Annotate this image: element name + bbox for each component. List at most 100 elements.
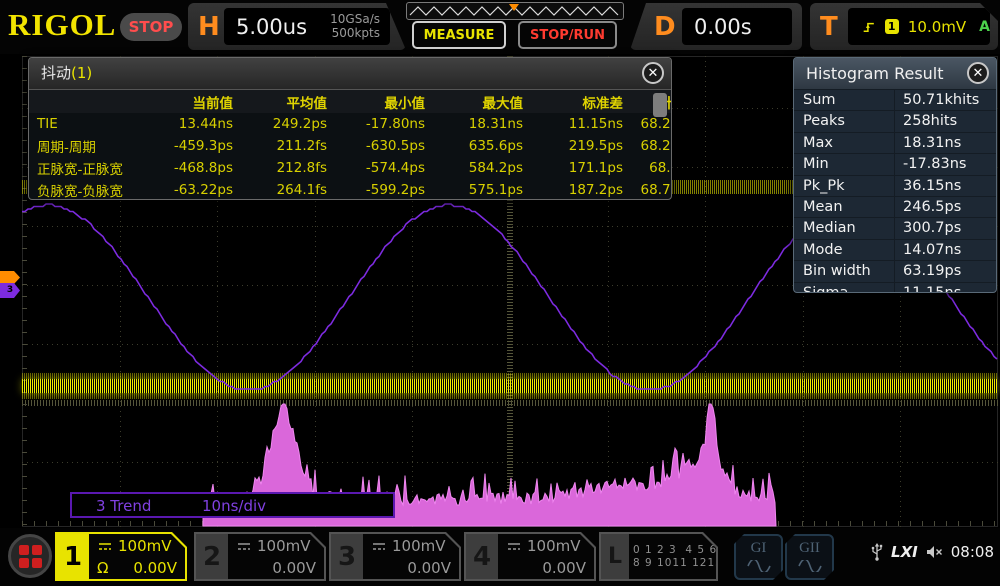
jitter-table-row[interactable]: TIE13.44ns249.2ps-17.80ns18.31ns11.15ns6…	[29, 113, 671, 135]
channel1-box[interactable]: 1 100mV Ω 0.00V	[55, 532, 187, 581]
horizontal-label: H	[198, 12, 220, 42]
generator2-label: GII	[787, 540, 832, 557]
horizontal-settings-group[interactable]: H 5.00us 10GSa/s 500kpts	[188, 3, 406, 50]
jitter-table-row[interactable]: 正脉宽-正脉宽-468.8ps212.8fs-574.4ps584.2ps171…	[29, 157, 671, 179]
trigger-label: T	[820, 12, 838, 42]
delay-value: 0.00s	[694, 15, 752, 39]
logic-channels-box[interactable]: L 0 1 2 3 4 5 6 7 8 9 1011 12131415	[599, 532, 718, 581]
channel2-number: 2	[196, 534, 228, 579]
trigger-info-box[interactable]: 1 10.0mV A	[848, 8, 990, 45]
logic-label: L	[601, 534, 629, 579]
usb-icon[interactable]	[871, 542, 883, 562]
clock: 08:08	[951, 543, 994, 561]
channel2-scale: 100mV	[257, 537, 311, 555]
jitter-value-cell: -468.8ps	[149, 160, 233, 176]
status-icon-group: LXI 08:08	[871, 542, 994, 562]
channel3-scale: 100mV	[392, 537, 446, 555]
channel4-box[interactable]: 4 100mV 0.00V	[464, 532, 596, 581]
jitter-value-cell: 249.2ps	[233, 116, 327, 132]
jitter-item-label: 负脉宽-负脉宽	[37, 180, 149, 200]
histogram-stat-value: 18.31ns	[894, 133, 996, 153]
jitter-value-cell: -17.80ns	[327, 116, 425, 132]
channel3-box[interactable]: 3 100mV 0.00V	[329, 532, 461, 581]
jitter-column-header: 最大值	[425, 92, 523, 112]
histogram-result-row: Bin width63.19ps	[794, 261, 996, 282]
histogram-stat-value: 63.19ps	[894, 261, 996, 281]
waveform-preview-strip[interactable]	[406, 2, 624, 20]
jitter-value-cell: 13.44ns	[149, 116, 233, 132]
histogram-stat-value: 14.07ns	[894, 240, 996, 260]
measure-button[interactable]: MEASURE	[412, 21, 506, 49]
jitter-window-titlebar[interactable]: 抖动(1) ✕	[29, 58, 671, 90]
sound-muted-icon[interactable]	[926, 545, 943, 559]
histogram-result-row: Mode14.07ns	[794, 240, 996, 261]
trigger-sweep-mode: A	[979, 19, 990, 35]
channel1-scale: 100mV	[118, 537, 172, 555]
jitter-column-header: 当前值	[149, 92, 233, 112]
jitter-column-header: 最小值	[327, 92, 425, 112]
jitter-table-row[interactable]: 负脉宽-负脉宽-63.22ps264.1fs-599.2ps575.1ps187…	[29, 179, 671, 200]
channel2-box[interactable]: 2 100mV 0.00V	[194, 532, 326, 581]
histogram-stat-label: Mean	[794, 197, 894, 217]
dc-coupling-icon	[97, 541, 113, 551]
histogram-stat-label: Bin width	[794, 261, 894, 281]
jitter-value-cell: 211.2fs	[233, 138, 327, 154]
jitter-value-cell: 68.25k	[623, 116, 672, 132]
histogram-stat-value: 50.71khits	[894, 90, 996, 110]
sine-wave-icon	[797, 560, 823, 572]
histogram-stat-value: 11.15ns	[894, 283, 996, 293]
delay-label: D	[654, 12, 676, 42]
timebase-box[interactable]: 5.00us 10GSa/s 500kpts	[224, 8, 390, 45]
generator1-button[interactable]: GI	[734, 534, 783, 580]
histogram-result-row: Mean246.5ps	[794, 197, 996, 218]
histogram-stat-label: Max	[794, 133, 894, 153]
histogram-stat-label: Pk_Pk	[794, 176, 894, 196]
jitter-table-row[interactable]: 周期-周期-459.3ps211.2fs-630.5ps635.6ps219.5…	[29, 135, 671, 157]
jitter-value-cell: 212.8fs	[233, 160, 327, 176]
jitter-value-cell: 68.79k	[623, 182, 672, 198]
jitter-item-label: TIE	[37, 116, 149, 132]
trigger-edge-icon	[862, 19, 876, 35]
jitter-item-label: 周期-周期	[37, 136, 149, 156]
sample-rate: 10GSa/s	[330, 12, 380, 26]
trend-source-label: 3 Trend	[96, 497, 151, 515]
acquisition-info: 10GSa/s 500kpts	[330, 12, 380, 40]
histogram-result-row: Sum50.71khits	[794, 90, 996, 111]
trigger-settings-group[interactable]: T 1 10.0mV A	[810, 3, 998, 50]
channel2-offset: 0.00V	[272, 559, 316, 577]
oscilloscope-screen: RIGOL STOP H 5.00us 10GSa/s 500kpts MEAS…	[0, 0, 1000, 586]
trigger-position-icon	[509, 4, 519, 11]
trend-scale-label: 10ns/div	[202, 497, 266, 515]
histogram-stat-value: 36.15ns	[894, 176, 996, 196]
jitter-value-cell: 68.23k	[623, 138, 672, 154]
delay-box[interactable]: 0.00s	[682, 8, 792, 45]
jitter-value-cell: 575.1ps	[425, 182, 523, 198]
jitter-scrollbar-thumb[interactable]	[653, 93, 667, 117]
histogram-panel-title: Histogram Result	[806, 64, 944, 83]
memory-depth: 500kpts	[330, 26, 380, 40]
jitter-value-cell: -599.2ps	[327, 182, 425, 198]
dc-coupling-icon	[371, 541, 387, 551]
histogram-close-button[interactable]: ✕	[967, 62, 989, 84]
channel4-offset: 0.00V	[542, 559, 586, 577]
menu-icon	[19, 545, 29, 555]
jitter-value-cell: 264.1fs	[233, 182, 327, 198]
generator2-button[interactable]: GII	[785, 534, 834, 580]
histogram-rows: Sum50.71khitsPeaks258hitsMax18.31nsMin-1…	[794, 90, 996, 293]
jitter-value-cell: -63.22ps	[149, 182, 233, 198]
delay-settings-group[interactable]: D 0.00s	[630, 3, 802, 50]
histogram-stat-value: 246.5ps	[894, 197, 996, 217]
generator1-label: GI	[736, 540, 781, 557]
channel1-impedance: Ω	[97, 559, 108, 577]
lxi-indicator[interactable]: LXI	[891, 543, 918, 561]
menu-button[interactable]	[8, 534, 52, 578]
stop-run-button[interactable]: STOP/RUN	[518, 21, 617, 49]
histogram-result-row: Median300.7ps	[794, 218, 996, 239]
channel1-offset: 0.00V	[133, 559, 177, 577]
histogram-stat-label: Min	[794, 154, 894, 174]
histogram-result-row: Sigma11.15ns	[794, 283, 996, 293]
histogram-panel-titlebar[interactable]: Histogram Result ✕	[794, 58, 996, 90]
jitter-value-cell: 584.2ps	[425, 160, 523, 176]
jitter-value-cell: 635.6ps	[425, 138, 523, 154]
jitter-close-button[interactable]: ✕	[642, 62, 664, 84]
